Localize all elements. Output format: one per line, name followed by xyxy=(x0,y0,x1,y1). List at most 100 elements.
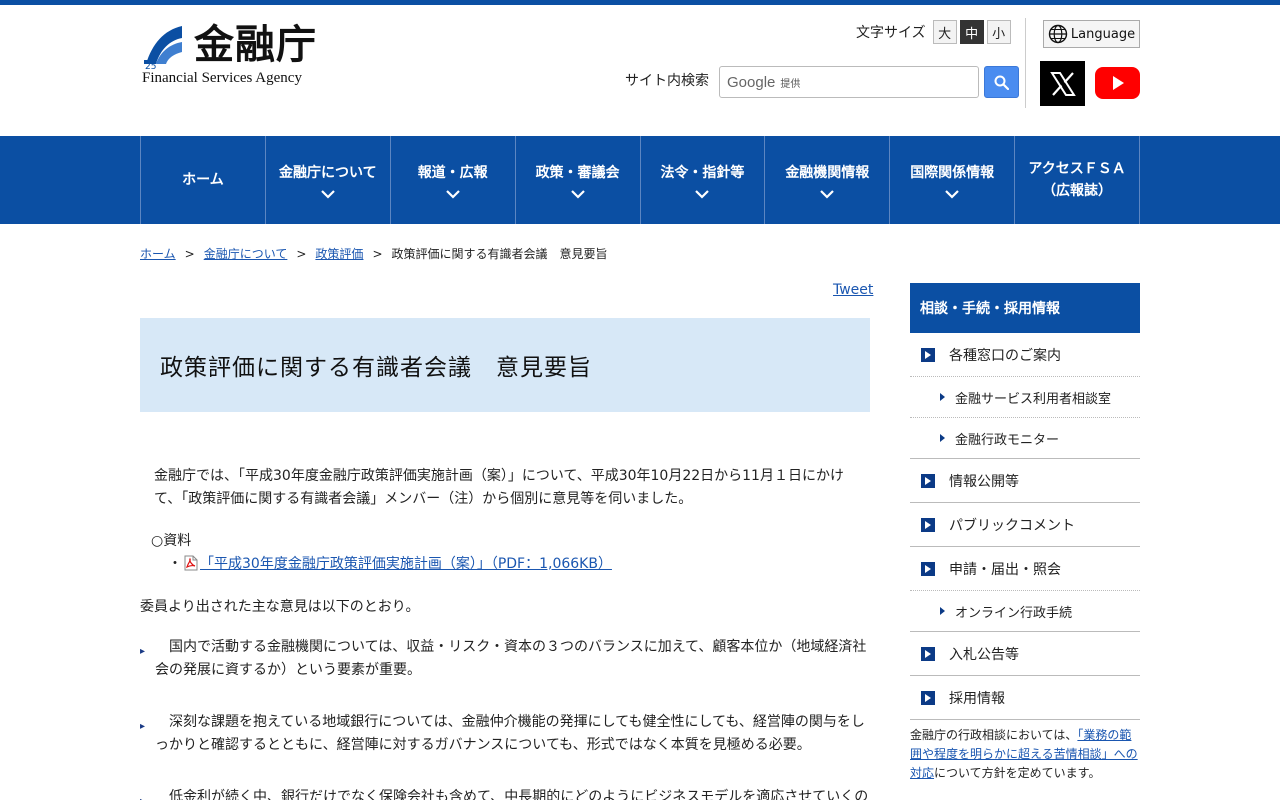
sidebar-list: 各種窓口のご案内 金融サービス利用者相談室 金融行政モニター 情報公開等 パブリ… xyxy=(910,333,1140,720)
triangle-bullet-icon: ▸ xyxy=(140,790,145,800)
nav-label: 報道・広報 xyxy=(417,164,488,181)
arrow-square-icon xyxy=(921,473,935,488)
language-button[interactable]: Language xyxy=(1043,20,1140,48)
google-logo: Google xyxy=(727,73,776,91)
sidebar-subitem-monitor[interactable]: 金融行政モニター xyxy=(910,418,1140,459)
arrow-square-icon xyxy=(921,690,935,705)
sidebar-item-label: 金融行政モニター xyxy=(955,432,1060,448)
opinions-lead: 委員より出された主な意見は以下のとおり。 xyxy=(140,599,420,615)
sidebar-item-label: 採用情報 xyxy=(949,690,1005,707)
nav-international[interactable]: 国際関係情報 xyxy=(890,136,1016,224)
sidebar-note-post: について方針を定めています。 xyxy=(934,766,1101,780)
triangle-bullet-icon: ▸ xyxy=(140,721,146,732)
font-size-small-button[interactable]: 小 xyxy=(986,20,1011,44)
top-accent-bar xyxy=(0,0,1280,5)
sidebar-subitem-consultation[interactable]: 金融サービス利用者相談室 xyxy=(910,377,1140,418)
sidebar-item-bidding[interactable]: 入札公告等 xyxy=(910,632,1140,676)
opinion-text: 低金利が続く中、銀行だけでなく保険会社も含めて、中長期的にどのようにビジネスモデ… xyxy=(155,789,869,800)
nav-institutions[interactable]: 金融機関情報 xyxy=(765,136,891,224)
sidebar-item-disclosure[interactable]: 情報公開等 xyxy=(910,459,1140,503)
nav-label: 政策・審議会 xyxy=(535,164,620,181)
opinion-item: ▸ 深刻な課題を抱えている地域銀行については、金融仲介機能の発揮にしても健全性に… xyxy=(140,711,870,757)
breadcrumb-separator: > xyxy=(372,246,383,261)
font-size-controls: 文字サイズ 大 中 小 xyxy=(856,20,1011,44)
globe-icon xyxy=(1048,24,1068,44)
tweet-link[interactable]: Tweet xyxy=(833,282,873,298)
youtube-play-icon xyxy=(1112,76,1124,90)
pdf-icon xyxy=(184,555,198,571)
sidebar-item-label: 金融サービス利用者相談室 xyxy=(955,391,1112,407)
sidebar-subitem-online[interactable]: オンライン行政手続 xyxy=(910,591,1140,632)
sidebar-item-contact[interactable]: 各種窓口のご案内 xyxy=(910,333,1140,377)
nav-policy[interactable]: 政策・審議会 xyxy=(516,136,641,224)
x-twitter-link[interactable] xyxy=(1040,61,1085,106)
breadcrumb-home-link[interactable]: ホーム xyxy=(140,245,176,262)
nav-home[interactable]: ホーム xyxy=(141,136,266,224)
sidebar-item-label: オンライン行政手続 xyxy=(955,605,1073,621)
triangle-bullet-icon xyxy=(940,393,945,401)
google-provided-label: 提供 xyxy=(780,78,801,90)
nav-label: 国際関係情報 xyxy=(910,164,995,181)
sidebar-item-recruitment[interactable]: 採用情報 xyxy=(910,676,1140,720)
chevron-down-icon xyxy=(570,189,585,199)
breadcrumb-separator: > xyxy=(296,246,307,261)
search-label: サイト内検索 xyxy=(625,73,709,89)
opinion-text: 国内で活動する金融機関については、収益・リスク・資本の３つのバランスに加えて、顧… xyxy=(155,639,867,678)
nav-label: 法令・指針等 xyxy=(660,164,745,181)
sidebar-item-public-comment[interactable]: パブリックコメント xyxy=(910,503,1140,547)
nav-label: ホーム xyxy=(182,172,224,188)
chevron-down-icon xyxy=(321,189,335,199)
nav-access-fsa[interactable]: アクセスＦＳＡ （広報誌） xyxy=(1015,136,1140,224)
logo-jp-text: 金融庁 xyxy=(194,21,317,68)
triangle-bullet-icon: ▸ xyxy=(140,646,146,657)
sidebar-heading: 相談・手続・採用情報 xyxy=(910,283,1140,333)
language-label: Language xyxy=(1070,26,1136,42)
materials-bullet: ・ xyxy=(168,556,182,572)
materials-pdf-link[interactable]: 「平成30年度金融庁政策評価実施計画（案）」（PDF：1,066KB） xyxy=(200,553,612,573)
breadcrumb-policy-link[interactable]: 政策評価 xyxy=(315,245,363,262)
opinion-item: ▸ 国内で活動する金融機関については、収益・リスク・資本の３つのバランスに加えて… xyxy=(140,636,870,682)
youtube-link[interactable] xyxy=(1095,67,1140,99)
logo-en-text: Financial Services Agency xyxy=(142,70,302,86)
materials-item: ・ 「平成30年度金融庁政策評価実施計画（案）」（PDF：1,066KB） xyxy=(168,553,612,573)
nav-press[interactable]: 報道・広報 xyxy=(391,136,516,224)
intro-paragraph: 金融庁では、「平成30年度金融庁政策評価実施計画（案）」について、平成30年10… xyxy=(154,468,844,507)
opinion-item: ▸ 低金利が続く中、銀行だけでなく保険会社も含めて、中長期的にどのようにビジネス… xyxy=(140,786,870,800)
sidebar-note-pre: 金融庁の行政相談においては、 xyxy=(910,728,1078,742)
nav-label: アクセスＦＳＡ （広報誌） xyxy=(1028,161,1126,199)
page-title: 政策評価に関する有識者会議 意見要旨 xyxy=(160,355,592,381)
triangle-bullet-icon xyxy=(940,434,945,442)
sidebar-item-applications[interactable]: 申請・届出・照会 xyxy=(910,547,1140,591)
search-input[interactable]: Google 提供 xyxy=(719,66,979,98)
sidebar-item-label: 申請・届出・照会 xyxy=(949,561,1061,578)
arrow-square-icon xyxy=(921,347,935,362)
sidebar-item-label: パブリックコメント xyxy=(949,517,1075,534)
global-nav: ホーム 金融庁について 報道・広報 政策・審議会 法令・指針等 金融機関情報 国… xyxy=(0,136,1280,224)
nav-label: 金融庁について xyxy=(279,164,377,181)
opinion-text: 深刻な課題を抱えている地域銀行については、金融仲介機能の発揮にしても健全性にして… xyxy=(155,714,865,753)
triangle-bullet-icon xyxy=(940,607,945,615)
logo-badge: 25 xyxy=(145,62,156,70)
header-divider xyxy=(1025,18,1026,108)
breadcrumb-about-link[interactable]: 金融庁について xyxy=(204,245,288,262)
breadcrumb-separator: > xyxy=(184,246,195,261)
font-size-label: 文字サイズ xyxy=(856,25,926,41)
search-button[interactable] xyxy=(984,66,1019,98)
arrow-square-icon xyxy=(921,517,935,532)
sidebar-item-label: 情報公開等 xyxy=(949,473,1019,490)
site-logo[interactable]: 25 金融庁 Financial Services Agency xyxy=(142,22,342,92)
chevron-down-icon xyxy=(945,189,959,199)
arrow-square-icon xyxy=(921,561,935,576)
sidebar-note: 金融庁の行政相談においては、「業務の範囲や程度を明らかに超える苦情相談」への対応… xyxy=(910,726,1142,783)
page-title-box: 政策評価に関する有識者会議 意見要旨 xyxy=(140,318,870,412)
nav-about[interactable]: 金融庁について xyxy=(266,136,391,224)
nav-laws[interactable]: 法令・指針等 xyxy=(641,136,766,224)
sidebar-item-label: 入札公告等 xyxy=(949,646,1019,663)
chevron-down-icon xyxy=(820,189,835,199)
breadcrumb: ホーム > 金融庁について > 政策評価 > 政策評価に関する有識者会議 意見要… xyxy=(140,245,608,262)
sidebar-item-label: 各種窓口のご案内 xyxy=(949,347,1061,364)
fsa-logo-mark-icon: 25 xyxy=(144,26,182,70)
font-size-large-button[interactable]: 大 xyxy=(932,20,957,44)
font-size-medium-button[interactable]: 中 xyxy=(959,20,984,44)
chevron-down-icon xyxy=(695,189,710,199)
